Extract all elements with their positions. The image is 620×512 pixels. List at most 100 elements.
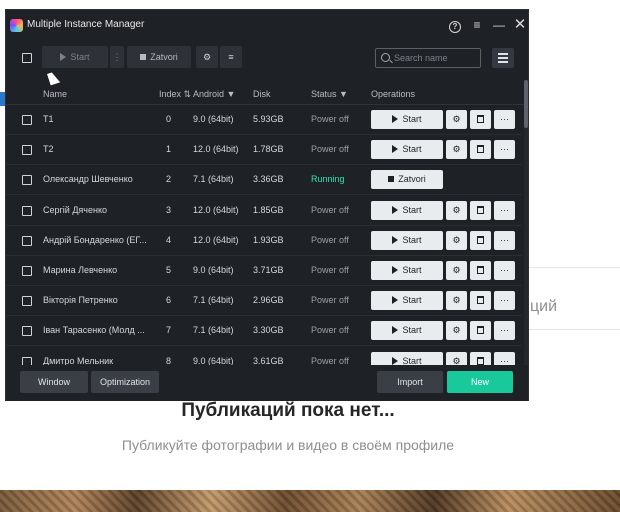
start-instance-button[interactable]: Start: [371, 110, 443, 129]
sort-icon: ⇅: [183, 89, 192, 99]
row-checkbox[interactable]: [22, 115, 32, 125]
table-row[interactable]: Сергій Дяченко 3 12.0 (64bit) 1.85GB Power o…: [6, 196, 522, 226]
instance-disk: 3.61GB: [253, 355, 284, 365]
scrollbar-thumb[interactable]: [524, 80, 528, 128]
search-input[interactable]: [394, 51, 478, 65]
more-icon[interactable]: ···: [494, 200, 515, 220]
instance-action-label: Start: [402, 325, 422, 336]
optimization-button[interactable]: Optimization: [91, 371, 159, 393]
gear-icon[interactable]: ⚙: [446, 230, 467, 250]
instance-action-label: Start: [402, 144, 422, 155]
row-checkbox[interactable]: [22, 356, 32, 365]
more-icon[interactable]: ···: [494, 140, 515, 160]
list-view-icon[interactable]: [492, 48, 514, 68]
instance-android: 12.0 (64bit): [193, 234, 239, 245]
gear-icon[interactable]: ⚙: [446, 351, 467, 365]
start-instance-button[interactable]: Start: [371, 140, 443, 160]
table-row[interactable]: Іван Тарасенко (Молд ... 7 7.1 (64bit) 3.30…: [6, 316, 522, 347]
instance-index: 5: [166, 265, 172, 275]
row-checkbox[interactable]: [22, 326, 32, 337]
window-button[interactable]: Window: [20, 371, 88, 393]
row-checkbox[interactable]: [22, 175, 32, 186]
trash-glyph: [477, 205, 484, 214]
table-row[interactable]: Андрій Бондаренко (ЕГ... 4 12.0 (64bit) 1.9…: [6, 226, 522, 256]
instance-name: Вікторія Петренко: [43, 295, 118, 306]
gear-icon[interactable]: ⚙: [446, 200, 467, 220]
row-checkbox[interactable]: [22, 296, 32, 307]
table-row[interactable]: T1 0 9.0 (64bit) 5.93GB Power off Start ⚙ ···: [6, 105, 522, 135]
row-checkbox[interactable]: [22, 145, 32, 156]
stop-selected-button[interactable]: Zatvori: [127, 46, 191, 68]
instance-disk: 1.78GB: [253, 144, 284, 155]
more-icon[interactable]: ···: [494, 230, 515, 250]
search-box: [375, 48, 481, 68]
instance-action-label: Start: [402, 355, 422, 365]
trash-icon[interactable]: [470, 230, 491, 250]
new-instance-button[interactable]: New: [447, 371, 513, 393]
scrollbar[interactable]: [524, 80, 528, 372]
column-index[interactable]: Index ⇅: [159, 89, 191, 100]
table-row[interactable]: Дмитро Мельник 8 9.0 (64bit) 3.61GB Power of…: [6, 347, 522, 365]
help-icon[interactable]: ?: [446, 16, 464, 34]
instance-manager-window: Multiple Instance Manager ? ≡ — ✕ Start …: [5, 9, 529, 401]
table-row[interactable]: Марина Левченко 5 9.0 (64bit) 3.71GB Power o…: [6, 256, 522, 286]
trash-icon[interactable]: [470, 140, 491, 160]
trash-icon[interactable]: [470, 261, 491, 280]
start-selected-button[interactable]: Start: [42, 46, 108, 68]
play-icon: [392, 266, 399, 274]
more-icon[interactable]: ···: [494, 291, 515, 311]
more-icon[interactable]: ···: [494, 110, 515, 129]
stop-instance-button[interactable]: Zatvori: [371, 170, 443, 190]
empty-state-subtitle: Публикуйте фотографии и видео в своём пр…: [121, 437, 455, 453]
search-icon: [381, 53, 390, 62]
start-options-button[interactable]: ⋮: [110, 46, 124, 68]
more-icon[interactable]: ···: [494, 321, 515, 341]
trash-icon[interactable]: [470, 321, 491, 341]
column-status-label: Status: [311, 89, 337, 99]
row-checkbox[interactable]: [22, 266, 32, 276]
window-title: Multiple Instance Manager: [27, 19, 145, 30]
row-checkbox[interactable]: [22, 205, 32, 216]
trash-icon[interactable]: [470, 110, 491, 129]
gear-icon[interactable]: ⚙: [446, 321, 467, 341]
column-disk: Disk: [253, 89, 271, 99]
start-instance-button[interactable]: Start: [371, 200, 443, 220]
gear-icon[interactable]: ⚙: [446, 140, 467, 160]
start-instance-button[interactable]: Start: [371, 351, 443, 365]
more-icon[interactable]: ···: [494, 351, 515, 365]
table-row[interactable]: T2 1 12.0 (64bit) 1.78GB Power off Start ⚙ ···: [6, 135, 522, 166]
gear-icon[interactable]: ⚙: [196, 46, 218, 68]
batch-menu-icon[interactable]: ≡: [220, 46, 242, 68]
gear-icon[interactable]: ⚙: [446, 261, 467, 280]
import-button[interactable]: Import: [377, 371, 443, 393]
instance-action-label: Start: [402, 204, 422, 215]
minimize-icon[interactable]: —: [490, 16, 508, 34]
instance-android: 12.0 (64bit): [193, 204, 239, 215]
trash-icon[interactable]: [470, 291, 491, 311]
column-operations: Operations: [371, 89, 416, 99]
table-row[interactable]: Олександр Шевченко 2 7.1 (64bit) 3.36GB Runn…: [6, 165, 522, 196]
instance-action-label: Start: [402, 234, 422, 245]
more-icon[interactable]: ···: [494, 261, 515, 280]
gear-icon[interactable]: ⚙: [446, 291, 467, 311]
column-android[interactable]: Android ▼: [193, 89, 235, 99]
start-instance-button[interactable]: Start: [371, 230, 443, 250]
play-icon: [392, 115, 399, 123]
instance-status: Power off: [311, 204, 349, 215]
select-all-checkbox[interactable]: [22, 53, 32, 63]
row-checkbox[interactable]: [22, 235, 32, 246]
close-icon[interactable]: ✕: [511, 16, 529, 34]
gear-icon[interactable]: ⚙: [446, 110, 467, 129]
trash-icon[interactable]: [470, 200, 491, 220]
play-icon: [392, 205, 399, 214]
start-instance-button[interactable]: Start: [371, 291, 443, 311]
trash-icon[interactable]: [470, 351, 491, 365]
instance-android: 7.1 (64bit): [193, 325, 234, 336]
start-instance-button[interactable]: Start: [371, 261, 443, 280]
start-instance-button[interactable]: Start: [371, 321, 443, 341]
menu-icon[interactable]: ≡: [468, 16, 486, 34]
column-status[interactable]: Status ▼: [311, 89, 348, 99]
instance-index: 2: [166, 174, 172, 185]
table-row[interactable]: Вікторія Петренко 6 7.1 (64bit) 2.96GB Power…: [6, 286, 522, 317]
start-selected-label: Start: [70, 52, 90, 62]
